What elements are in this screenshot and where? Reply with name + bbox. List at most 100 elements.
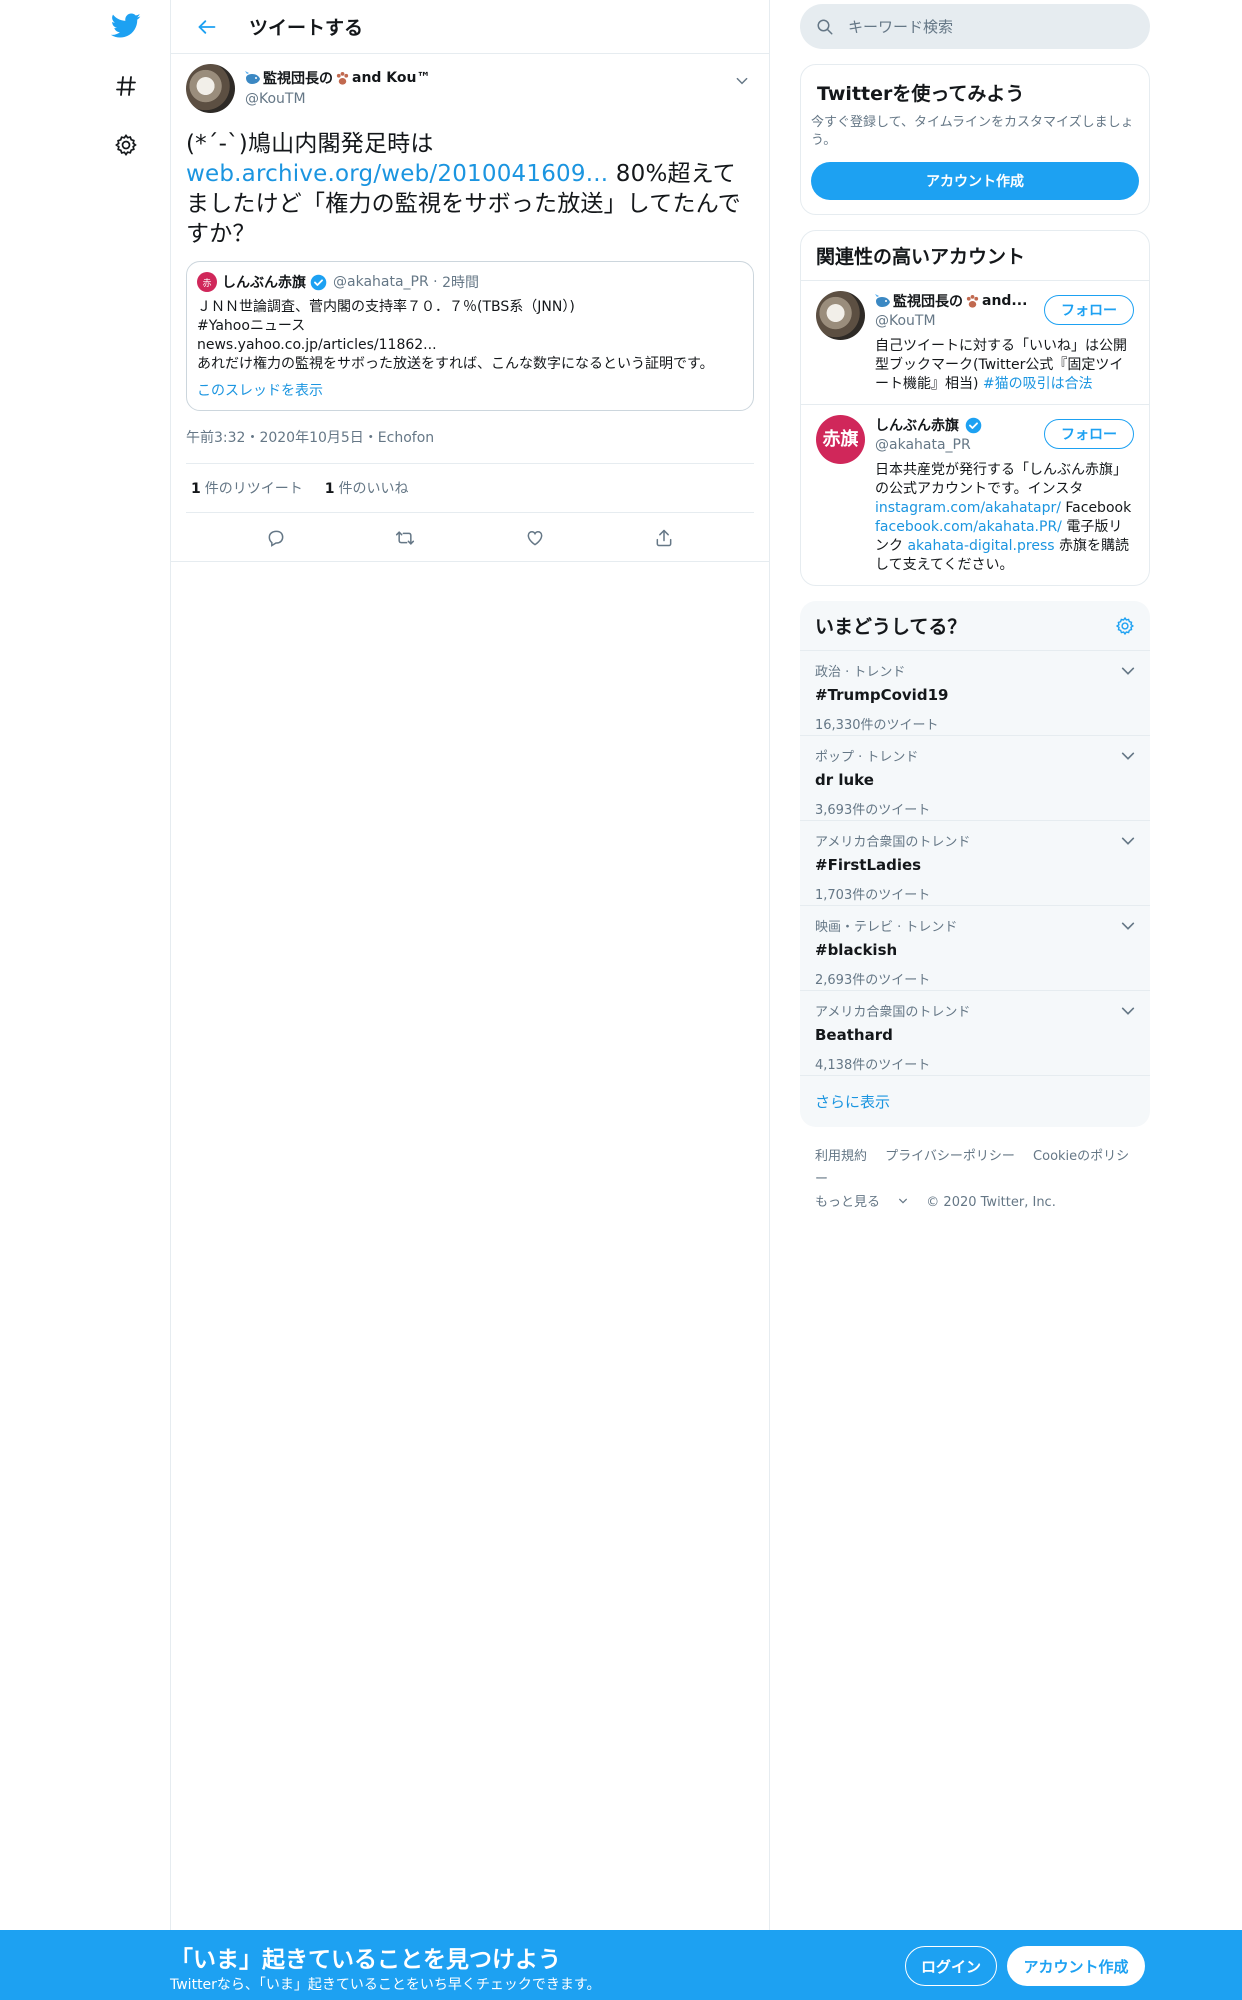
trend-count: 3,693件のツイート [815, 803, 931, 818]
trend-context: アメリカ合衆国のトレンド [815, 1005, 971, 1020]
hashtag-link[interactable]: #猫の吸引は合法 [983, 376, 1093, 392]
trend-item[interactable]: ポップ · トレンド dr luke 3,693件のツイート [800, 736, 1150, 821]
gear-icon[interactable] [110, 129, 142, 161]
avatar[interactable]: 赤旗 [816, 415, 865, 464]
related-name-suffix: and... [982, 293, 1028, 309]
chevron-down-icon [899, 1198, 908, 1204]
quote-time: 2時間 [442, 275, 479, 291]
avatar[interactable] [816, 291, 865, 340]
tweet-actions [171, 513, 769, 562]
author-handle[interactable]: @KouTM [245, 91, 431, 107]
instagram-link[interactable]: instagram.com/akahatapr/ [875, 500, 1061, 516]
bottom-bar-title: 「いま」起きていることを見つけよう [170, 1947, 561, 1973]
digital-edition-link[interactable]: akahata-digital.press [907, 538, 1054, 554]
signup-title: Twitterを使ってみよう [817, 83, 1025, 105]
trend-item[interactable]: アメリカ合衆国のトレンド Beathard 4,138件のツイート [800, 991, 1150, 1076]
terms-link[interactable]: 利用規約 [815, 1149, 867, 1164]
tweet-timestamp[interactable]: 午前3:32・2020年10月5日・Echofon [186, 427, 754, 464]
signup-button[interactable]: アカウント作成 [1007, 1946, 1145, 1986]
tweet-stats: 1 件のリツイート 1 件のいいね [186, 464, 754, 513]
bottom-bar-subtitle: Twitterなら、「いま」起きていることをいち早くチェックできます。 [170, 1977, 601, 1993]
trend-count: 4,138件のツイート [815, 1058, 931, 1073]
related-account-bio: 日本共産党が発行する「しんぶん赤旗」の公式アカウントです。インスタ instag… [875, 461, 1134, 575]
search-box[interactable] [800, 4, 1150, 49]
search-icon [817, 19, 833, 34]
related-account-bio: 自己ツイートに対する「いいね」は公開型ブックマーク(Twitter公式『固定ツイ… [875, 337, 1134, 394]
tweet-author[interactable]: 監視団長の and Kou™ @KouTM [186, 64, 754, 113]
tweet-detail: 監視団長の and Kou™ @KouTM (*´-`)鳩山内閣発足時は web… [171, 54, 769, 562]
chevron-down-icon[interactable] [1120, 918, 1136, 934]
trend-count: 1,703件のツイート [815, 888, 931, 903]
chevron-down-icon[interactable] [1120, 833, 1136, 849]
author-name-suffix: and Kou™ [352, 70, 431, 86]
back-arrow-icon [198, 19, 216, 34]
related-account-akahata[interactable]: 赤旗 しんぶん赤旗 @akahata_PR 日本共産党が発行する「しんぶん赤旗」… [801, 405, 1149, 585]
share-icon[interactable] [646, 525, 682, 551]
trend-context: アメリカ合衆国のトレンド [815, 835, 971, 850]
chevron-down-icon[interactable] [1120, 663, 1136, 679]
follow-button[interactable]: フォロー [1044, 295, 1134, 325]
right-sidebar: Twitterを使ってみよう 今すぐ登録して、タイムラインをカスタマイズしましょ… [800, 0, 1150, 1232]
trend-name: #TrumpCovid19 [815, 686, 949, 704]
related-accounts-card: 関連性の高いアカウント 監視団長の and... @KouTM 自己ツイートに対… [800, 230, 1150, 586]
trend-name: dr luke [815, 771, 874, 789]
retweet-icon[interactable] [387, 525, 423, 551]
bio-text: 日本共産党が発行する「しんぶん赤旗」の公式アカウントです。インスタ [875, 462, 1127, 497]
quote-avatar: 赤 [197, 272, 217, 292]
trend-count: 2,693件のツイート [815, 973, 931, 988]
reply-icon[interactable] [258, 525, 294, 551]
back-button[interactable] [189, 9, 225, 45]
signup-description: 今すぐ登録して、タイムラインをカスタマイズしましょう。 [811, 115, 1134, 148]
trend-item[interactable]: 映画・テレビ · トレンド #blackish 2,693件のツイート [800, 906, 1150, 991]
avatar[interactable] [186, 64, 235, 113]
signup-button[interactable]: アカウント作成 [811, 162, 1139, 200]
chevron-down-icon[interactable] [1120, 748, 1136, 764]
trend-item[interactable]: 政治 · トレンド #TrumpCovid19 16,330件のツイート [800, 651, 1150, 736]
twitter-bird-icon[interactable] [110, 10, 142, 42]
paw-emoji-icon [336, 71, 349, 85]
trend-name: Beathard [815, 1026, 893, 1044]
tweet-menu-button[interactable] [731, 70, 753, 92]
chevron-down-icon [736, 77, 748, 85]
trend-context: 政治 · トレンド [815, 665, 906, 680]
hashtag-icon[interactable] [110, 70, 142, 102]
quote-author-name: しんぶん赤旗 [222, 275, 306, 291]
separator-dot: · [428, 274, 443, 290]
chevron-down-icon[interactable] [1120, 1003, 1136, 1019]
trend-name: #FirstLadies [815, 856, 922, 874]
column-header: ツイートする [171, 0, 769, 54]
show-thread-link[interactable]: このスレッドを表示 [197, 380, 743, 400]
quote-author-handle: @akahata_PR [333, 274, 429, 290]
signup-card: Twitterを使ってみよう 今すぐ登録して、タイムラインをカスタマイズしましょ… [800, 64, 1150, 215]
related-name-text: 監視団長の [893, 294, 963, 310]
heart-icon[interactable] [517, 525, 553, 551]
retweet-stat[interactable]: 1 件のリツイート [191, 478, 303, 498]
privacy-link[interactable]: プライバシーポリシー [885, 1149, 1015, 1164]
related-account-name[interactable]: 監視団長の and... [875, 291, 1035, 311]
show-more-link[interactable]: さらに表示 [800, 1076, 1150, 1127]
whale-emoji-icon [875, 294, 890, 307]
related-account-koutm[interactable]: 監視団長の and... @KouTM 自己ツイートに対する「いいね」は公開型ブ… [801, 281, 1149, 405]
tweet-text: (*´-`)鳩山内閣発足時は web.archive.org/web/20100… [186, 129, 754, 249]
like-stat[interactable]: 1 件のいいね [325, 478, 409, 498]
tweet-link[interactable]: web.archive.org/web/2010041609... [186, 161, 608, 187]
paw-emoji-icon [966, 294, 979, 308]
whale-emoji-icon [245, 71, 260, 84]
facebook-link[interactable]: facebook.com/akahata.PR/ [875, 519, 1062, 535]
more-link[interactable]: もっと見る [815, 1195, 908, 1210]
bio-text: Facebook [1060, 500, 1132, 516]
related-name-text: しんぶん赤旗 [875, 418, 959, 434]
quoted-tweet[interactable]: 赤 しんぶん赤旗 @akahata_PR · 2時間 ＪＮＮ世論調査、菅内閣の支… [186, 261, 754, 411]
search-input[interactable] [848, 17, 1108, 36]
author-name-text: 監視団長の [263, 71, 333, 87]
author-name[interactable]: 監視団長の and Kou™ [245, 68, 431, 88]
trends-card: いまどうしてる？ 政治 · トレンド #TrumpCovid19 16,330件… [800, 601, 1150, 1127]
trend-item[interactable]: アメリカ合衆国のトレンド #FirstLadies 1,703件のツイート [800, 821, 1150, 906]
footer-links: 利用規約 プライバシーポリシー Cookieのポリシー もっと見る © 2020… [800, 1127, 1150, 1232]
follow-button[interactable]: フォロー [1044, 419, 1134, 449]
login-button[interactable]: ログイン [905, 1946, 997, 1986]
related-account-name[interactable]: しんぶん赤旗 [875, 415, 1035, 435]
gear-icon[interactable] [1115, 616, 1135, 636]
bottom-signup-bar: 「いま」起きていることを見つけよう Twitterなら、「いま」起きていることを… [0, 1930, 1242, 2000]
tweet-text-before: (*´-`)鳩山内閣発足時は [186, 131, 434, 157]
